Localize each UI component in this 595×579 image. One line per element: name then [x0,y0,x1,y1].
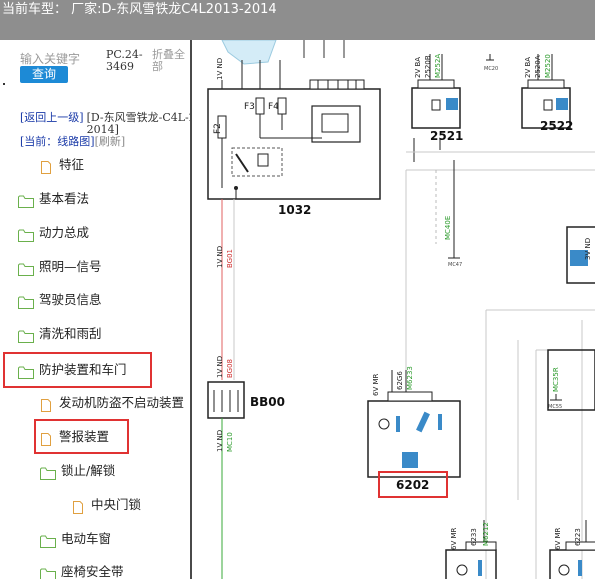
wire-label-6233: 6233 [470,528,478,546]
wire-label-2vba-a: 2V BA [414,57,422,78]
folder-icon [18,261,34,276]
wire-label-6vmr-c: 6V MR [554,527,562,550]
tree-item-label: 电动车窗 [61,531,112,546]
label-2521: 2521 [430,129,463,143]
tree-item[interactable]: 动力总成 [18,223,89,243]
window-title: 当前车型： 厂家:D-东风雪铁龙C4L2013-2014 [2,2,277,17]
label-1032: 1032 [278,203,311,217]
wire-label-1vnd-bb00: 1V ND [216,356,224,378]
wire-label-1vnd-mid: 1V ND [216,246,224,268]
label-2522: 2522 [540,119,573,133]
sidebar: 查询 PC.24-3469 折叠全部 [返回上一级][D-东风雪铁龙-C4L-2… [0,40,192,579]
wire-label-62g6: 62G6 [396,371,404,390]
tree-item-label: 发动机防盗不启动装置 [59,395,185,410]
component-bb00-box [207,381,245,419]
fuse-f4: F4 [268,102,279,112]
wiring-diagram[interactable]: 1032 2521 2522 BB00 6202 F2 F3 F4 1V ND … [192,40,595,579]
tree-item-label: 动力总成 [39,225,90,240]
bullet-dot [3,83,5,85]
wire-label-mc35r: MC35R [552,367,560,392]
wire-label-m2520: M2520 [544,54,552,78]
folder-icon [18,294,34,309]
title-bar: 当前车型： 厂家:D-东风雪铁龙C4L2013-2014 [0,0,595,40]
wire-label-2520b: 2520B [424,55,432,78]
tree-item-label: 特征 [59,157,85,172]
file-icon [38,397,54,412]
tree-item-label: 清洗和雨刮 [39,326,102,341]
wire-label-m6233: M6233 [406,366,414,390]
collapse-all-link[interactable]: 折叠全部 [152,49,190,73]
folder-icon [40,465,56,480]
back-link[interactable]: [返回上一级] [20,111,84,124]
label-bb00: BB00 [250,395,285,409]
ground-label-mc55: MC55 [548,404,562,410]
folder-icon [18,193,34,208]
current-link[interactable]: [当前：线路图] [20,135,95,148]
file-icon [70,499,86,514]
tree-item[interactable]: 特征 [38,155,84,175]
wire-label-mc40e: MC40E [444,216,452,240]
tree-item[interactable]: 基本看法 [18,189,89,209]
diagram-canvas: 1032 2521 2522 BB00 6202 F2 F3 F4 1V ND … [207,40,595,579]
tree-item[interactable]: 电动车窗 [40,529,111,549]
label-6202: 6202 [396,478,429,492]
model-breadcrumb: [D-东风雪铁龙-C4L-2013-2014] [86,111,190,136]
tree-item-label: 驾驶员信息 [39,292,102,307]
highlight-box-protection [3,352,152,388]
tree-item[interactable]: 照明—信号 [18,257,102,277]
tree-item[interactable]: 发动机防盗不启动装置 [38,393,184,413]
tree-item-label: 照明—信号 [39,259,102,274]
folder-icon [40,566,56,579]
tree-item-label: 座椅安全带 [61,564,124,579]
folder-icon [18,227,34,242]
wire-label-6vmr: 6V MR [372,373,380,396]
wire-label-bg08: BG08 [226,359,234,378]
refresh-link[interactable]: [刷新] [95,135,126,148]
ground-label-mc20: MC20 [484,66,498,72]
ground-label-mc47: MC47 [448,262,462,268]
wire-label-6223: 6223 [574,528,582,546]
wire-label-mc10: MC10 [226,432,234,452]
wire-label-2vba-b: 2V BA [524,57,532,78]
folder-icon [40,533,56,548]
tree-item[interactable]: 中央门锁 [70,495,141,515]
fuse-f2: F2 [213,123,223,134]
folder-icon [18,328,34,343]
pc-code: PC.24-3469 [106,48,143,73]
wire-label-3vnd: 3V ND [584,238,592,260]
wire-label-2520a: 2520A [534,55,542,78]
fuse-f3: F3 [244,102,255,112]
tree-item-label: 中央门锁 [91,497,142,512]
nav-line-1: [返回上一级][D-东风雪铁龙-C4L-2013-2014] [20,111,190,136]
search-input[interactable] [20,51,100,66]
nav-line-2: [当前：线路图][刷新] [20,136,125,148]
tree-item[interactable]: 驾驶员信息 [18,290,102,310]
wire-label-bg01: BG01 [226,249,234,268]
highlight-box-alarm [34,419,129,454]
wire-label-m252a: M252A [434,54,442,78]
wire-label-1vnd-top: 1V ND [216,58,224,80]
wire-label-m6212: M6212 [482,522,490,546]
tree-item[interactable]: 锁止/解锁 [40,461,115,481]
wire-label-1vnd-bottom: 1V ND [216,430,224,452]
search-button[interactable]: 查询 [20,66,68,83]
tree-item[interactable]: 座椅安全带 [40,562,124,579]
tree-item[interactable]: 清洗和雨刮 [18,324,102,344]
tree-item-label: 锁止/解锁 [61,463,116,478]
tree-item-label: 基本看法 [39,191,90,206]
file-icon [38,159,54,174]
wire-label-6vmr-b: 6V MR [450,527,458,550]
